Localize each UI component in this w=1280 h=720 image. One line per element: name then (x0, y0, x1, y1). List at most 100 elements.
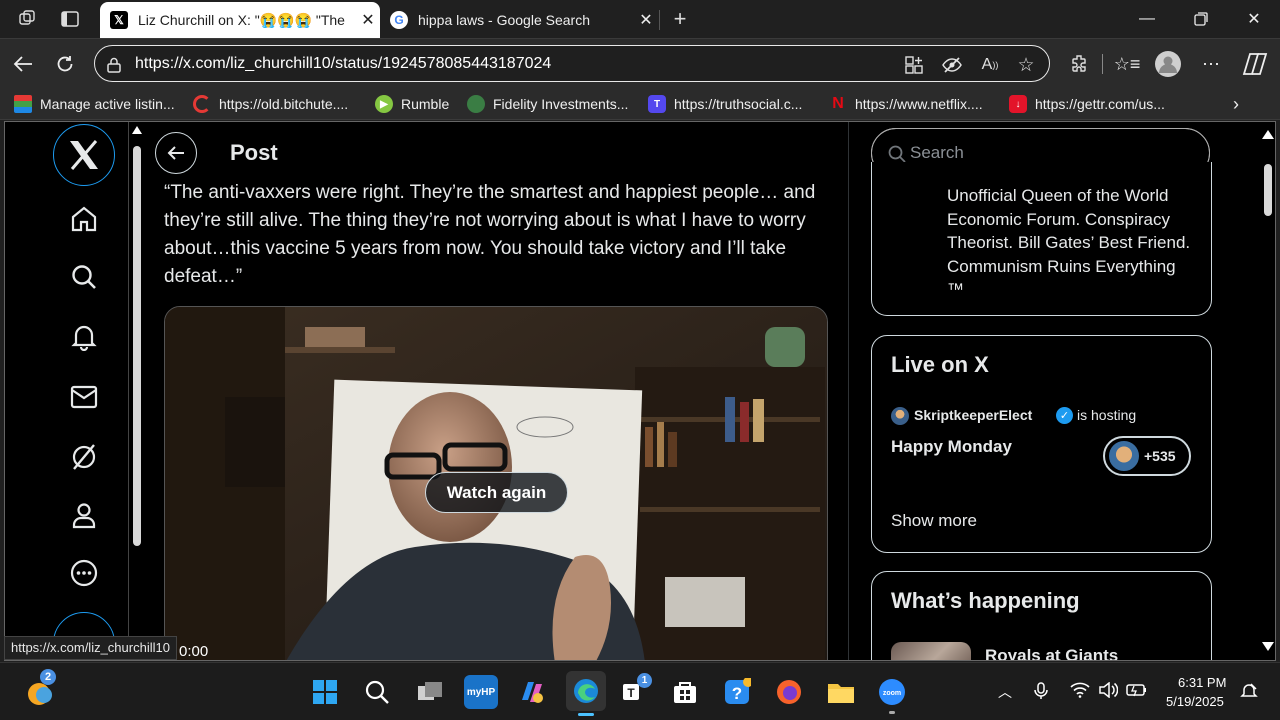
firefox-icon[interactable] (772, 675, 806, 709)
start-windows-icon[interactable] (308, 675, 342, 709)
verified-badge-icon: ✓ (1056, 407, 1073, 424)
watch-again-button[interactable]: Watch again (425, 472, 568, 513)
svg-text:?: ? (732, 684, 742, 703)
bookmark-bitchute[interactable]: https://old.bitchute.... (193, 94, 348, 114)
clock-time[interactable]: 6:31 PM (1178, 675, 1226, 690)
new-tab-icon[interactable]: + (669, 6, 691, 31)
link-status-tooltip: https://x.com/liz_churchill10 (4, 636, 177, 660)
video-timestamp: 0:00 (179, 643, 209, 660)
myhp-app-icon[interactable]: myHP (464, 675, 498, 709)
show-more-link[interactable]: Show more (891, 511, 977, 531)
scroll-up-arrow-icon[interactable] (1262, 130, 1274, 139)
right-scrollbar[interactable] (1259, 122, 1275, 660)
host-avatar[interactable] (891, 407, 909, 425)
weather-badge: 2 (40, 669, 56, 685)
back-button[interactable] (155, 132, 197, 174)
tab-x-post[interactable]: 𝕏 Liz Churchill on X: "😭😭😭 "The ✕ (100, 2, 380, 38)
tab-actions-icon[interactable] (59, 8, 81, 30)
scrollbar-thumb[interactable] (1264, 164, 1272, 216)
tab-google-search[interactable]: G hippa laws - Google Search ✕ (380, 2, 658, 38)
messages-mail-icon[interactable] (53, 366, 115, 428)
weather-widget-icon[interactable]: 2 (24, 669, 58, 709)
taskbar-search-icon[interactable] (360, 675, 394, 709)
more-menu-icon[interactable]: ⋯ (1198, 51, 1224, 77)
task-view-icon[interactable] (413, 675, 447, 709)
close-window-icon[interactable]: ✕ (1231, 6, 1277, 32)
favorite-star-icon[interactable]: ☆ (1015, 54, 1037, 76)
site-info-icon[interactable] (103, 54, 125, 76)
file-explorer-icon[interactable] (824, 675, 858, 709)
close-tab-icon[interactable]: ✕ (634, 10, 658, 30)
tracking-prevention-icon[interactable] (941, 54, 963, 76)
windows-taskbar: 2 myHP T 1 ? zoom ︿ 6:31 PM 5/19/2025 (0, 662, 1280, 720)
teams-app-icon[interactable]: T 1 (617, 673, 652, 709)
read-aloud-icon[interactable]: A)) (979, 54, 1001, 76)
scroll-up-arrow-icon[interactable] (132, 126, 142, 134)
extensions-icon[interactable] (1066, 51, 1092, 77)
running-app-indicator (889, 711, 895, 714)
back-arrow-icon (167, 146, 184, 160)
bookmark-fidelity[interactable]: Fidelity Investments... (467, 94, 628, 114)
get-help-icon[interactable]: ? (720, 675, 754, 709)
url-text[interactable]: https://x.com/liz_churchill10/status/192… (135, 55, 551, 73)
x-favicon: 𝕏 (110, 11, 128, 29)
clock-date[interactable]: 5/19/2025 (1166, 694, 1224, 709)
bookmark-truthsocial[interactable]: T https://truthsocial.c... (648, 94, 802, 114)
trend-title[interactable]: Royals at Giants (985, 646, 1118, 660)
bookmark-gettr[interactable]: ↓ https://gettr.com/us... (1009, 94, 1165, 114)
microsoft-store-icon[interactable] (668, 675, 702, 709)
google-favicon: G (390, 11, 408, 29)
workspaces-icon[interactable] (17, 8, 39, 30)
wifi-icon[interactable] (1070, 682, 1090, 703)
more-bookmarks-chevron-icon[interactable]: › (1233, 94, 1239, 114)
svg-text:T: T (627, 686, 635, 700)
address-bar[interactable]: https://x.com/liz_churchill10/status/192… (94, 45, 1050, 82)
left-scrollbar[interactable] (128, 122, 146, 660)
refresh-icon[interactable] (52, 51, 78, 77)
microphone-icon[interactable] (1032, 682, 1054, 705)
notification-center-icon[interactable] (1240, 682, 1258, 705)
zoom-app-icon[interactable]: zoom (875, 675, 909, 714)
bookmark-rumble[interactable]: ▶ Rumble (375, 94, 449, 114)
app-available-icon[interactable] (903, 54, 925, 76)
more-circle-icon[interactable] (53, 542, 115, 604)
battery-icon[interactable] (1126, 682, 1148, 703)
page-title: Post (230, 140, 278, 165)
svg-text:zoom: zoom (883, 690, 901, 697)
home-icon[interactable] (53, 188, 115, 250)
copilot-icon[interactable] (1242, 51, 1268, 77)
grok-icon[interactable] (53, 426, 115, 488)
profile-person-icon[interactable] (53, 484, 115, 546)
notifications-bell-icon[interactable] (53, 306, 115, 368)
copilot-app-icon[interactable] (515, 675, 549, 709)
volume-icon[interactable] (1098, 681, 1119, 703)
trend-thumbnail[interactable] (891, 642, 971, 660)
tab-title: hippa laws - Google Search (418, 12, 590, 28)
bookmark-manage-listings[interactable]: Manage active listin... (14, 94, 175, 114)
hosting-label: is hosting (1077, 407, 1137, 423)
favorites-icon[interactable]: ☆≡ (1114, 51, 1141, 77)
space-title[interactable]: Happy Monday (891, 437, 1012, 457)
happening-heading: What’s happening (891, 588, 1080, 613)
profile-avatar-icon[interactable] (1155, 51, 1181, 77)
live-heading: Live on X (891, 352, 989, 377)
video-player[interactable]: Watch again 0:00 (164, 306, 828, 660)
listeners-pill[interactable]: +535 (1103, 436, 1191, 476)
restore-icon[interactable] (1178, 6, 1224, 32)
edge-browser-icon[interactable] (566, 671, 606, 716)
x-logo-icon[interactable] (53, 124, 115, 186)
bookmark-netflix[interactable]: N https://www.netflix.... (829, 94, 982, 114)
listener-avatar (1107, 439, 1141, 473)
post-text: “The anti-vaxxers were right. They’re th… (164, 182, 816, 287)
scroll-down-arrow-icon[interactable] (1262, 642, 1274, 651)
scrollbar-thumb[interactable] (133, 146, 141, 546)
show-hidden-icons-chevron[interactable]: ︿ (998, 682, 1012, 702)
host-name[interactable]: SkriptkeeperElect (914, 407, 1032, 423)
back-icon[interactable] (10, 51, 36, 77)
explore-search-icon[interactable] (53, 246, 115, 308)
minimize-icon[interactable]: — (1124, 6, 1170, 32)
bitchute-favicon (193, 95, 211, 113)
bookmark-label: Fidelity Investments... (493, 96, 629, 112)
rumble-favicon: ▶ (375, 95, 393, 113)
close-tab-icon[interactable]: ✕ (356, 10, 380, 30)
